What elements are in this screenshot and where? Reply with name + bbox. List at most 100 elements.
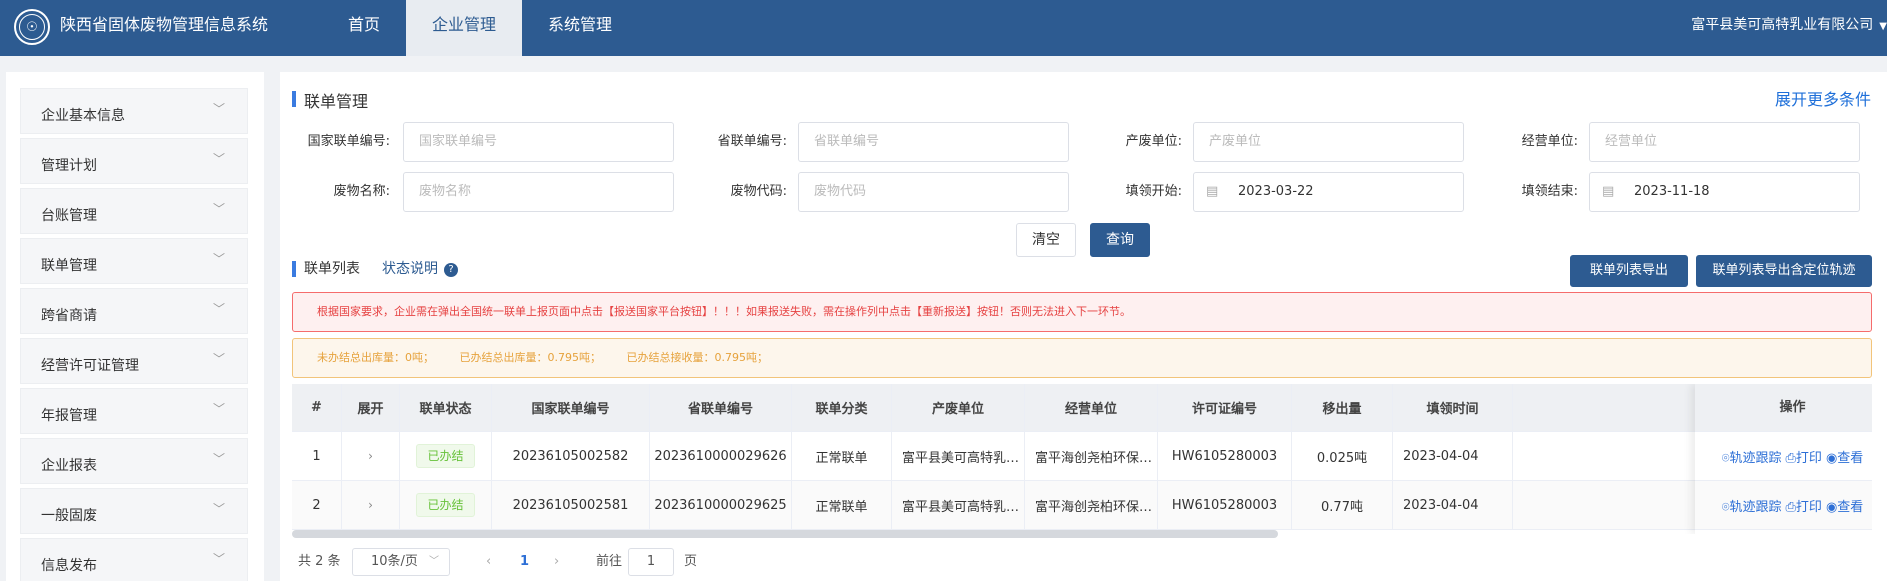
pending-total: 未办结总出库量：0吨；	[317, 351, 434, 364]
column-header: 产废单位	[892, 384, 1025, 431]
chevron-down-icon: ﹀	[212, 252, 225, 266]
page-size-value: 10条/页	[371, 554, 418, 569]
chevron-down-icon: ﹀	[212, 302, 225, 316]
column-header: 省联单编号	[650, 384, 792, 431]
chevron-down-icon: ﹀	[429, 556, 439, 567]
track-link[interactable]: ⌾轨迹跟踪	[1722, 447, 1782, 466]
print-label: 打印	[1795, 499, 1822, 515]
status-explain-link[interactable]: 状态说明?	[382, 258, 458, 278]
status-badge: 已办结	[416, 444, 475, 468]
date-cell: 2023-04-04	[1393, 481, 1513, 529]
placeholder-text: 废物名称	[419, 184, 472, 199]
producer-cell: 富平县美可高特乳…	[892, 432, 1025, 480]
national-no-input[interactable]: 国家联单编号	[403, 122, 674, 162]
horizontal-scrollbar[interactable]	[292, 530, 1872, 538]
sidebar-item-label: 信息发布	[41, 558, 97, 574]
table-row: 2 › 已办结 20236105002581 2023610000029625 …	[292, 481, 1872, 530]
province-no-input[interactable]: 省联单编号	[798, 122, 1069, 162]
chevron-right-icon: ›	[368, 498, 373, 512]
page-title: 联单管理	[292, 88, 368, 112]
manifest-table: # 展开 联单状态 国家联单编号 省联单编号 联单分类 产废单位 经营单位 许可…	[292, 384, 1872, 534]
placeholder-text: 国家联单编号	[419, 134, 498, 149]
query-button[interactable]: 查询	[1090, 223, 1150, 257]
operator-label: 经营单位:	[1521, 134, 1578, 149]
producer-label: 产废单位:	[1125, 134, 1182, 149]
sidebar-item-reports[interactable]: 企业报表 ﹀	[20, 438, 248, 484]
column-header: #	[292, 384, 342, 431]
expand-row-button[interactable]: ›	[342, 481, 400, 529]
expand-row-button[interactable]: ›	[342, 432, 400, 480]
user-menu[interactable]: 富平县美可高特乳业有限公司 ▼	[1691, 0, 1887, 52]
nav-home[interactable]: 首页	[322, 0, 406, 56]
end-date-picker[interactable]: ▤ 2023-11-18	[1589, 172, 1860, 212]
waste-code-input[interactable]: 废物代码	[798, 172, 1069, 212]
goto-page-input[interactable]: 1	[628, 548, 674, 576]
scrollbar-thumb[interactable]	[292, 530, 1278, 538]
view-label: 查看	[1837, 450, 1864, 466]
chevron-down-icon: ﹀	[212, 552, 225, 566]
sidebar-item-ledger[interactable]: 台账管理 ﹀	[20, 188, 248, 234]
amount-cell: 0.77吨	[1292, 481, 1393, 529]
national-no-cell: 20236105002582	[492, 432, 650, 480]
prev-page-button[interactable]: ‹	[486, 548, 491, 576]
clear-button[interactable]: 清空	[1016, 223, 1076, 257]
view-link[interactable]: ◉查看	[1826, 447, 1863, 466]
list-title: 联单列表	[292, 258, 360, 278]
sidebar-item-general-waste[interactable]: 一般固废 ﹀	[20, 488, 248, 534]
date-cell: 2023-04-04	[1393, 432, 1513, 480]
nav-system[interactable]: 系统管理	[522, 0, 638, 56]
producer-input[interactable]: 产废单位	[1193, 122, 1464, 162]
goto-label: 前往	[596, 554, 623, 569]
main-nav: 首页 企业管理 系统管理	[322, 0, 638, 56]
column-header: 展开	[342, 384, 400, 431]
column-header: 国家联单编号	[492, 384, 650, 431]
sidebar-item-label: 年报管理	[41, 408, 97, 424]
province-no-cell: 2023610000029625	[650, 481, 792, 529]
operator-cell: 富平海创尧柏环保…	[1025, 432, 1158, 480]
placeholder-text: 产废单位	[1209, 134, 1262, 149]
row-index: 1	[292, 432, 342, 480]
export-button[interactable]: 联单列表导出	[1570, 255, 1688, 287]
column-header: 许可证编号	[1158, 384, 1292, 431]
sidebar-item-publish[interactable]: 信息发布 ﹀	[20, 538, 248, 581]
category-cell: 正常联单	[792, 432, 892, 480]
chevron-down-icon: ﹀	[212, 452, 225, 466]
print-link[interactable]: ⎙打印	[1786, 447, 1822, 466]
print-link[interactable]: ⎙打印	[1786, 496, 1822, 515]
view-link[interactable]: ◉查看	[1826, 496, 1863, 515]
top-bar: ☉ 陕西省固体废物管理信息系统 首页 企业管理 系统管理 富平县美可高特乳业有限…	[0, 0, 1887, 56]
sidebar-item-enterprise-info[interactable]: 企业基本信息 ﹀	[20, 88, 248, 134]
sidebar-item-plan[interactable]: 管理计划 ﹀	[20, 138, 248, 184]
column-header: 经营单位	[1025, 384, 1158, 431]
export-with-track-button[interactable]: 联单列表导出含定位轨迹	[1696, 255, 1872, 287]
page-number[interactable]: 1	[520, 548, 529, 576]
waste-name-input[interactable]: 废物名称	[403, 172, 674, 212]
sidebar-item-label: 一般固废	[41, 508, 97, 524]
expand-more-conditions-link[interactable]: 展开更多条件	[1775, 86, 1871, 110]
sidebar-item-annual-report[interactable]: 年报管理 ﹀	[20, 388, 248, 434]
printer-icon: ⎙	[1785, 499, 1796, 515]
next-page-button[interactable]: ›	[554, 548, 559, 576]
row-index: 2	[292, 481, 342, 529]
sidebar-item-cross-province[interactable]: 跨省商请 ﹀	[20, 288, 248, 334]
placeholder-text: 经营单位	[1605, 134, 1658, 149]
operator-input[interactable]: 经营单位	[1589, 122, 1860, 162]
column-header: 填领时间	[1393, 384, 1513, 431]
nav-enterprise[interactable]: 企业管理	[406, 0, 523, 56]
end-date-value: 2023-11-18	[1634, 184, 1710, 199]
track-link[interactable]: ⌾轨迹跟踪	[1722, 496, 1782, 515]
eye-icon: ◉	[1825, 499, 1838, 515]
sidebar-item-manifest[interactable]: 联单管理 ﹀	[20, 238, 248, 284]
end-date-label: 填领结束:	[1521, 184, 1578, 199]
page-size-select[interactable]: 10条/页 ﹀	[352, 548, 450, 576]
emblem-glyph: ☉	[19, 14, 45, 40]
sidebar-item-label: 管理计划	[41, 158, 97, 174]
sidebar-item-license[interactable]: 经营许可证管理 ﹀	[20, 338, 248, 384]
column-header: 移出量	[1292, 384, 1393, 431]
column-header: 操作	[1695, 384, 1872, 432]
chevron-down-icon: ﹀	[212, 502, 225, 516]
location-pin-icon: ⌾	[1721, 450, 1730, 466]
license-cell: HW6105280003	[1158, 481, 1292, 529]
start-date-picker[interactable]: ▤ 2023-03-22	[1193, 172, 1464, 212]
table-row: 1 › 已办结 20236105002582 2023610000029626 …	[292, 432, 1872, 481]
